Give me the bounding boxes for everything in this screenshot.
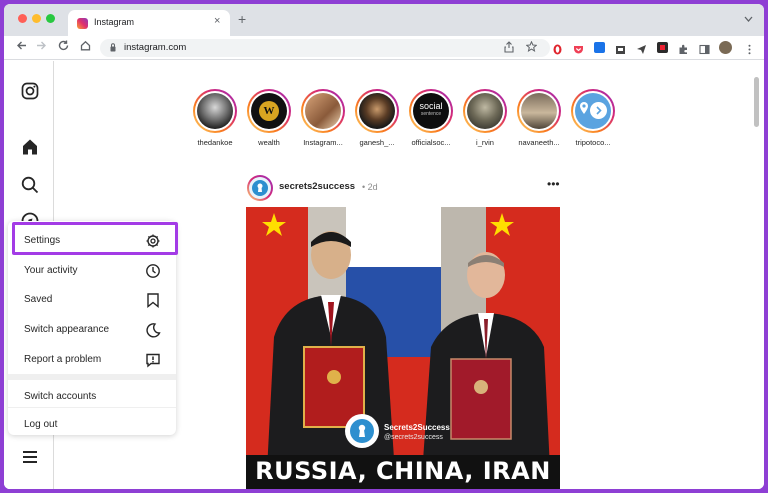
puzzle-extension-icon[interactable]: [615, 42, 626, 54]
close-window-button[interactable]: [18, 14, 27, 23]
browser-toolbar: instagram.com: [4, 36, 764, 60]
reload-icon[interactable]: [58, 40, 69, 55]
lock-icon: [110, 43, 116, 52]
menu-item-log-out[interactable]: Log out: [8, 411, 176, 440]
post-avatar[interactable]: [247, 175, 273, 201]
menu-item-label: Switch accounts: [24, 391, 97, 402]
menu-item-label: Your activity: [24, 265, 78, 276]
tab-search-icon[interactable]: [744, 14, 753, 24]
post-watermark-name: Secrets2Success: [384, 423, 450, 432]
home-icon[interactable]: [80, 40, 91, 55]
moon-icon: [146, 323, 161, 338]
opera-extension-icon[interactable]: [552, 42, 563, 55]
share-icon[interactable]: [504, 41, 514, 56]
story-username: i_rvin: [476, 138, 494, 147]
browser-window: Instagram × + instagram.com thedankoe W …: [4, 4, 764, 489]
menu-item-label: Switch appearance: [24, 324, 110, 335]
story-item[interactable]: ganesh_...: [352, 89, 402, 147]
kebab-menu-icon[interactable]: [744, 42, 755, 55]
post-username[interactable]: secrets2success: [279, 181, 355, 192]
location-pin-icon: [580, 102, 588, 114]
post-more-options-icon[interactable]: •••: [547, 177, 560, 191]
pocket-extension-icon[interactable]: [573, 42, 584, 54]
next-story-arrow-icon[interactable]: [590, 102, 607, 119]
menu-item-label: Report a problem: [24, 354, 102, 365]
social-logo-subtext: sentence: [420, 111, 442, 117]
new-tab-button[interactable]: +: [238, 12, 246, 26]
menu-item-your-activity[interactable]: Your activity: [8, 257, 176, 286]
translate-extension-icon[interactable]: [594, 42, 605, 53]
story-item[interactable]: thedankoe: [190, 89, 240, 147]
post-image[interactable]: [246, 207, 560, 489]
menu-item-switch-appearance[interactable]: Switch appearance: [8, 316, 176, 345]
story-item[interactable]: tripotoco...: [568, 89, 618, 147]
story-username: officialsoc...: [411, 138, 451, 147]
profile-icon[interactable]: [719, 41, 732, 54]
tab-title: Instagram: [94, 17, 135, 27]
story-username: wealth: [258, 138, 280, 147]
minimize-window-button[interactable]: [32, 14, 41, 23]
page-scrollbar[interactable]: [754, 77, 759, 127]
story-username: ganesh_...: [359, 138, 395, 147]
browser-tab[interactable]: Instagram ×: [68, 10, 230, 36]
saved-bookmark-icon: [147, 293, 159, 308]
send-extension-icon[interactable]: [636, 42, 647, 54]
activity-clock-icon: [146, 264, 160, 278]
story-username: Instagram...: [303, 138, 343, 147]
instagram-logo-icon[interactable]: [20, 81, 40, 101]
story-username: navaneeth...: [518, 138, 560, 147]
keyhole-logo-icon: [252, 180, 268, 196]
report-problem-icon: [146, 353, 160, 368]
menu-divider: [8, 407, 176, 408]
forward-arrow-icon[interactable]: [36, 40, 47, 55]
bookmark-star-icon[interactable]: [525, 40, 538, 55]
post-watermark-handle: @secrets2success: [384, 434, 443, 441]
menu-item-report-a-problem[interactable]: Report a problem: [8, 346, 176, 375]
more-menu-icon[interactable]: [20, 447, 40, 467]
address-bar[interactable]: instagram.com: [100, 39, 550, 57]
post-photo-illustration: [246, 207, 560, 489]
menu-item-label: Log out: [24, 419, 58, 430]
story-item[interactable]: Instagram...: [298, 89, 348, 147]
dark-extension-icon[interactable]: [657, 42, 668, 53]
sidebar-icon[interactable]: [699, 42, 710, 55]
post-image-caption: RUSSIA, CHINA, IRAN AND: [255, 457, 551, 489]
menu-divider: [8, 374, 176, 380]
menu-item-label: Saved: [24, 294, 53, 305]
story-item[interactable]: W wealth: [244, 89, 294, 147]
instagram-favicon-icon: [77, 18, 88, 29]
social-logo-text: social: [419, 101, 443, 111]
story-username: thedankoe: [197, 138, 233, 147]
search-nav-icon[interactable]: [20, 175, 40, 195]
story-item[interactable]: social sentence officialsoc...: [406, 89, 456, 147]
wealth-logo: W: [259, 101, 279, 121]
maximize-window-button[interactable]: [46, 14, 55, 23]
story-item[interactable]: navaneeth...: [514, 89, 564, 147]
settings-highlight-box: [12, 222, 178, 255]
extensions-icon[interactable]: [678, 42, 689, 54]
tab-close-button[interactable]: ×: [214, 15, 220, 27]
story-item[interactable]: i_rvin: [460, 89, 510, 147]
tab-strip: Instagram × +: [4, 4, 764, 36]
post-time: • 2d: [362, 182, 378, 192]
instagram-page: thedankoe W wealth Instagram... ganesh_.…: [4, 61, 764, 489]
menu-item-saved[interactable]: Saved: [8, 286, 176, 315]
story-username: tripotoco...: [575, 138, 611, 147]
url-text: instagram.com: [124, 42, 187, 53]
home-nav-icon[interactable]: [20, 137, 40, 157]
back-arrow-icon[interactable]: [16, 40, 27, 55]
